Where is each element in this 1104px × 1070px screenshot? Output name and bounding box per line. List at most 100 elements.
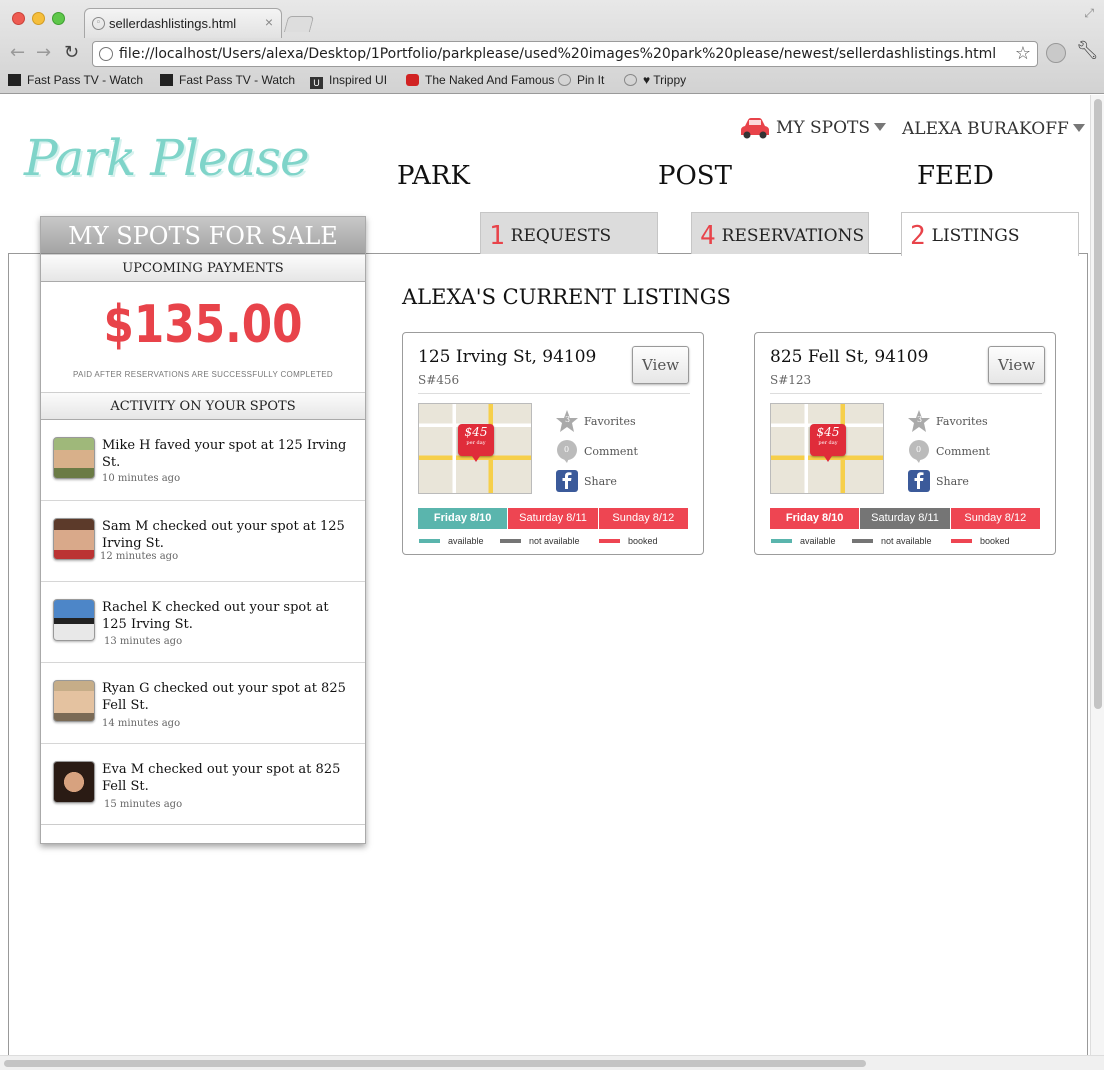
share-label: Share [584,475,617,488]
price-unit: per day [466,440,486,446]
activity-item[interactable]: Rachel K checked out your spot at 125 Ir… [41,582,365,663]
nav-feed[interactable]: FEED [917,161,994,191]
activity-item[interactable]: Mike H faved your spot at 125 Irving St.… [41,420,365,501]
map-thumbnail[interactable]: $45 per day [418,403,532,494]
horizontal-scrollbar[interactable] [0,1055,1104,1070]
price-pin: $45 per day [810,424,846,462]
nav-park[interactable]: PARK [397,161,470,191]
price: $45 [464,425,488,439]
fullscreen-icon[interactable]: ⤢ [1084,6,1094,21]
new-tab-button[interactable] [283,16,315,32]
reload-icon[interactable]: ↻ [64,42,79,63]
close-window-button[interactable] [12,12,25,25]
comment-count: 0 [916,445,922,454]
bookmark-item[interactable]: U Inspired UI [310,73,387,89]
bookmark-star-icon[interactable]: ☆ [1015,42,1031,66]
vertical-scrollbar[interactable] [1090,95,1104,1055]
extension-icon[interactable] [1046,43,1066,63]
tab-requests[interactable]: 1 REQUESTS [480,212,658,254]
spot-id: S#123 [770,373,812,387]
browser-toolbar: ← → ↻ file://localhost/Users/alexa/Deskt… [0,38,1104,70]
tab-label: LISTINGS [931,226,1020,246]
bookmark-item[interactable]: Fast Pass TV - Watch [160,73,295,87]
activity-text: Mike H faved your spot at 125 Irving St. [102,438,347,470]
day-sunday[interactable]: Sunday 8/12 [598,508,688,529]
zoom-window-button[interactable] [52,12,65,25]
day-saturday[interactable]: Saturday 8/11 [860,508,951,529]
wrench-icon[interactable]: 🔧︎ [1076,40,1099,61]
spots-sidebar: MY SPOTS FOR SALE UPCOMING PAYMENTS $135… [40,216,366,844]
payment-note: PAID AFTER RESERVATIONS ARE SUCCESSFULLY… [73,370,333,379]
chevron-down-icon [1072,124,1085,132]
comment-label: Comment [936,445,990,458]
legend-booked: booked [599,536,658,546]
day-sunday[interactable]: Sunday 8/12 [950,508,1040,529]
forward-icon[interactable]: → [36,42,51,63]
price: $45 [816,425,840,439]
scroll-thumb[interactable] [1094,99,1102,709]
activity-time: 14 minutes ago [102,718,181,729]
listings-count: 2 [910,221,926,251]
browser-chrome: ◦ sellerdashlistings.html × ⤢ ← → ↻ file… [0,0,1104,94]
nav-post[interactable]: POST [658,161,732,191]
availability-bar: Friday 8/10 Saturday 8/11 Sunday 8/12 [418,508,688,529]
address-bar[interactable]: file://localhost/Users/alexa/Desktop/1Po… [92,41,1038,67]
payment-amount: $135.00 [103,295,303,355]
tab-title: sellerdashlistings.html [109,16,237,31]
activity-text: Sam M checked out your spot at 125 Irvin… [102,519,345,551]
activity-time: 15 minutes ago [104,799,183,810]
avatar [53,680,95,722]
minimize-window-button[interactable] [32,12,45,25]
sidebar-title: MY SPOTS FOR SALE [41,217,365,254]
car-icon [741,118,769,139]
favorites-label: Favorites [584,415,636,428]
legend-available: available [419,536,484,546]
price-pin: $45 per day [458,424,494,462]
legend-swatch [771,539,792,543]
back-icon[interactable]: ← [10,42,25,63]
tab-listings[interactable]: 2 LISTINGS [901,212,1079,256]
map-thumbnail[interactable]: $45 per day [770,403,884,494]
favorites-count: 3 [565,415,571,424]
bookmarks-bar: Fast Pass TV - Watch Fast Pass TV - Watc… [0,70,1104,92]
divider [770,393,1042,394]
activity-time: 10 minutes ago [102,473,181,484]
activity-text: Rachel K checked out your spot at 125 Ir… [102,600,329,632]
legend-swatch [500,539,521,543]
view-button[interactable]: View [988,346,1045,384]
legend-not-available: not available [500,536,580,546]
activity-text: Eva M checked out your spot at 825 Fell … [102,762,341,794]
bookmark-item[interactable]: Pin It [558,73,604,87]
legend-booked: booked [951,536,1010,546]
comment-label: Comment [584,445,638,458]
avatar [53,518,95,560]
scroll-thumb[interactable] [4,1060,866,1067]
listing-address: 125 Irving St, 94109 [418,347,597,367]
web-page: Park Please MY SPOTS ALEXA BURAKOFF PARK… [0,95,1090,1055]
listing-address: 825 Fell St, 94109 [770,347,929,367]
activity-text: Ryan G checked out your spot at 825 Fell… [102,681,346,713]
tab-label: REQUESTS [510,226,612,246]
logo[interactable]: Park Please [24,129,310,187]
activity-item[interactable]: Ryan G checked out your spot at 825 Fell… [41,663,365,744]
bookmark-item[interactable]: The Naked And Famous [406,73,554,87]
view-button[interactable]: View [632,346,689,384]
tab-reservations[interactable]: 4 RESERVATIONS [691,212,869,254]
activity-header: ACTIVITY ON YOUR SPOTS [41,392,365,420]
bookmark-item[interactable]: ♥ Trippy [624,73,686,87]
day-friday[interactable]: Friday 8/10 [770,508,861,529]
my-spots-menu[interactable]: MY SPOTS [740,117,887,139]
browser-tab[interactable]: ◦ sellerdashlistings.html × [84,8,282,38]
legend-swatch [852,539,873,543]
activity-item[interactable]: Eva M checked out your spot at 825 Fell … [41,744,365,825]
user-name: ALEXA BURAKOFF [902,119,1069,139]
day-friday[interactable]: Friday 8/10 [418,508,509,529]
close-tab-icon[interactable]: × [265,14,273,30]
user-menu[interactable]: ALEXA BURAKOFF [902,119,1085,139]
activity-item[interactable]: Sam M checked out your spot at 125 Irvin… [41,501,365,582]
chevron-down-icon [874,123,887,131]
avatar [53,599,95,641]
bookmark-item[interactable]: Fast Pass TV - Watch [8,73,143,87]
day-saturday[interactable]: Saturday 8/11 [508,508,599,529]
facebook-icon [556,470,578,492]
